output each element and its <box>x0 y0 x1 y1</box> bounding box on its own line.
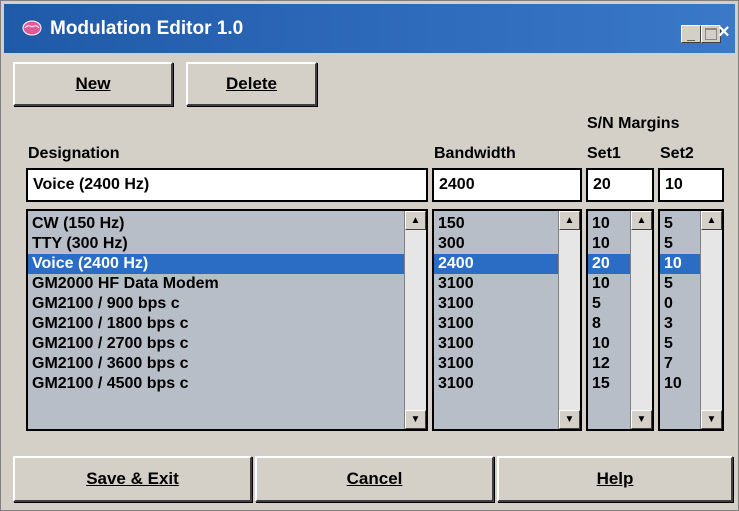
bandwidth-heading: Bandwidth <box>434 145 516 162</box>
delete-button-label: Delete <box>225 74 278 93</box>
designation-item[interactable]: CW (150 Hz) <box>28 214 426 234</box>
bandwidth-list[interactable]: 150 300 2400 3100 3100 3100 3100 3100 3100 ▲ ▼ <box>432 209 582 431</box>
sn-margins-heading: S/N Margins <box>587 115 680 132</box>
designation-item[interactable]: GM2100 / 900 bps c <box>28 294 426 314</box>
minimize-icon: _ <box>687 26 695 42</box>
maximize-icon <box>705 28 717 40</box>
arrow-up-icon[interactable]: ▲ <box>405 211 426 230</box>
set1-list[interactable]: 10 10 20 10 5 8 10 12 15 ▲ ▼ <box>586 209 654 431</box>
help-button[interactable]: Help <box>497 456 733 502</box>
modulation-editor-window: Modulation Editor 1.0 _ × New Delete S/N… <box>0 0 739 511</box>
cancel-label: Cancel <box>346 469 403 488</box>
save-exit-label: Save & Exit <box>86 469 179 488</box>
brain-icon <box>22 20 42 36</box>
set1-scrollbar[interactable]: ▲ ▼ <box>630 211 652 429</box>
scroll-track[interactable] <box>559 230 580 410</box>
close-button[interactable]: × <box>718 21 730 44</box>
close-icon: × <box>718 21 730 43</box>
bandwidth-scrollbar[interactable]: ▲ ▼ <box>558 211 580 429</box>
arrow-up-icon[interactable]: ▲ <box>701 211 722 230</box>
arrow-down-icon[interactable]: ▼ <box>631 410 652 429</box>
set1-heading: Set1 <box>587 145 621 162</box>
designation-scrollbar[interactable]: ▲ ▼ <box>404 211 426 429</box>
set1-field[interactable]: 20 <box>586 168 654 202</box>
designation-list[interactable]: CW (150 Hz) TTY (300 Hz) Voice (2400 Hz) GM… <box>26 209 428 431</box>
designation-item[interactable]: Voice (2400 Hz) <box>28 254 426 274</box>
arrow-down-icon[interactable]: ▼ <box>405 410 426 429</box>
new-button[interactable]: New <box>13 62 173 106</box>
arrow-down-icon[interactable]: ▼ <box>701 410 722 429</box>
set2-scrollbar[interactable]: ▲ ▼ <box>700 211 722 429</box>
designation-item[interactable]: GM2100 / 1800 bps c <box>28 314 426 334</box>
designation-item[interactable]: TTY (300 Hz) <box>28 234 426 254</box>
cancel-button[interactable]: Cancel <box>255 456 494 502</box>
scroll-track[interactable] <box>701 230 722 410</box>
set2-list[interactable]: 5 5 10 5 0 3 5 7 10 ▲ ▼ <box>658 209 724 431</box>
arrow-up-icon[interactable]: ▲ <box>559 211 580 230</box>
set2-field[interactable]: 10 <box>658 168 724 202</box>
set2-heading: Set2 <box>660 145 694 162</box>
designation-field[interactable]: Voice (2400 Hz) <box>26 168 428 202</box>
delete-button[interactable]: Delete <box>186 62 317 106</box>
minimize-button[interactable]: _ <box>681 25 701 43</box>
arrow-down-icon[interactable]: ▼ <box>559 410 580 429</box>
new-button-label: New <box>75 74 111 93</box>
designation-rows: CW (150 Hz) TTY (300 Hz) Voice (2400 Hz) GM… <box>28 211 426 394</box>
title-bar[interactable]: Modulation Editor 1.0 _ × <box>4 4 735 53</box>
scroll-track[interactable] <box>405 230 426 410</box>
designation-item[interactable]: GM2100 / 4500 bps c <box>28 374 426 394</box>
designation-item[interactable]: GM2000 HF Data Modem <box>28 274 426 294</box>
arrow-up-icon[interactable]: ▲ <box>631 211 652 230</box>
designation-item[interactable]: GM2100 / 2700 bps c <box>28 334 426 354</box>
save-exit-button[interactable]: Save & Exit <box>13 456 252 502</box>
scroll-track[interactable] <box>631 230 652 410</box>
help-label: Help <box>596 469 634 488</box>
designation-heading: Designation <box>28 145 120 162</box>
window-title: Modulation Editor 1.0 <box>50 18 244 39</box>
designation-item[interactable]: GM2100 / 3600 bps c <box>28 354 426 374</box>
bandwidth-field[interactable]: 2400 <box>432 168 582 202</box>
